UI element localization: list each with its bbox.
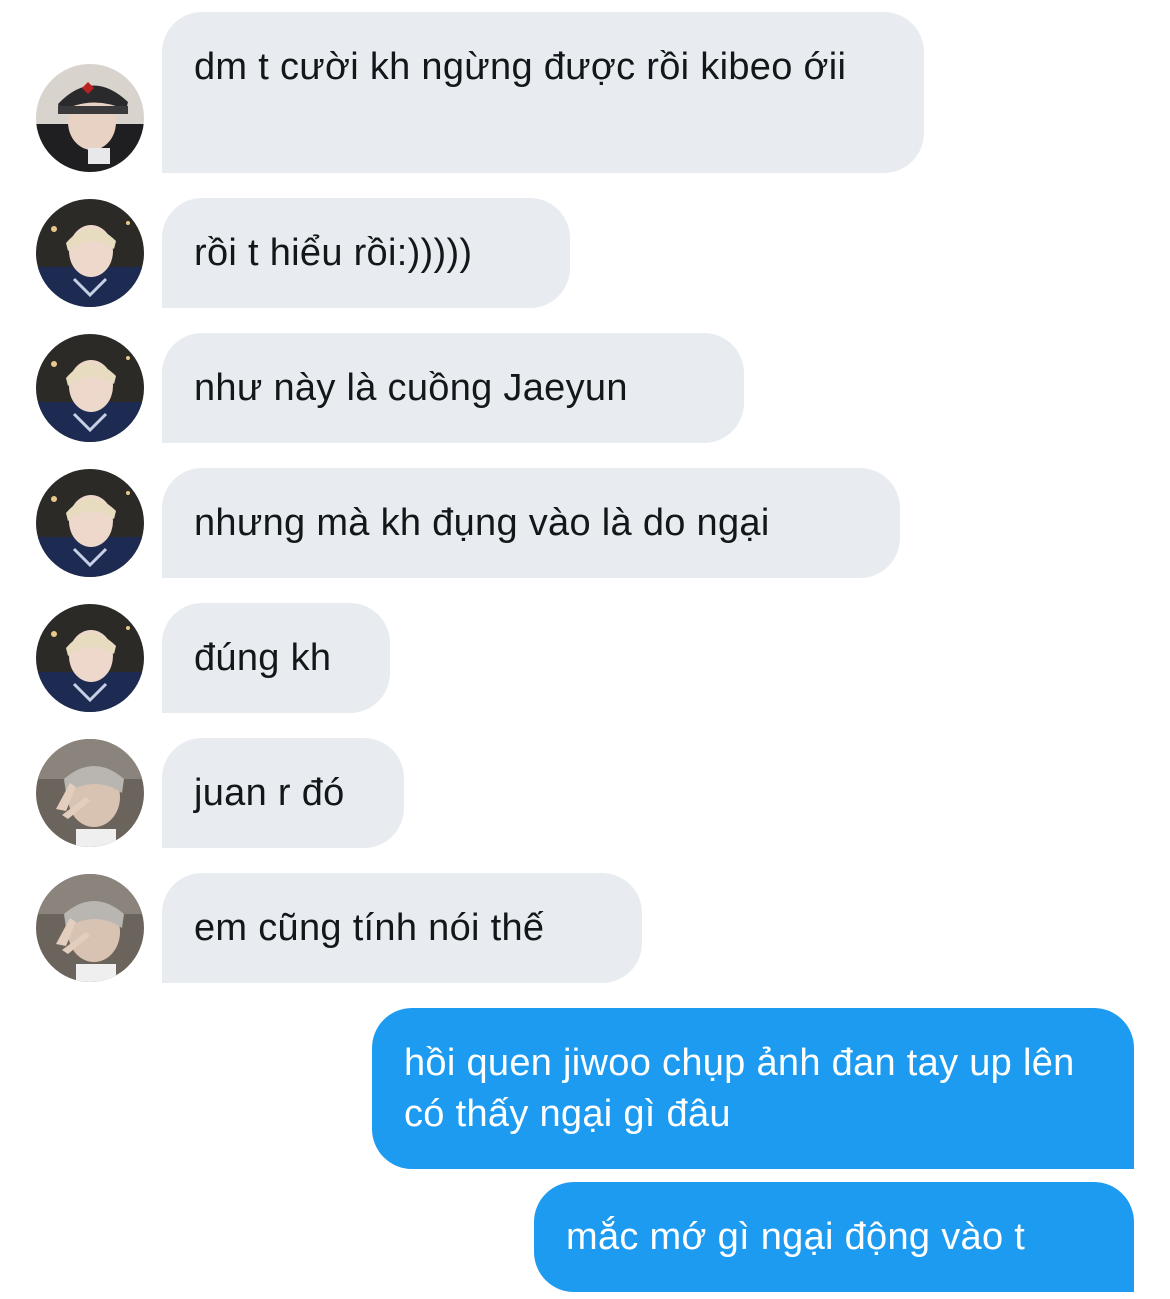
message-bubble[interactable]: nhưng mà kh đụng vào là do ngại <box>162 468 900 578</box>
message-bubble[interactable]: hồi quen jiwoo chụp ảnh đan tay up lên c… <box>372 1008 1134 1169</box>
message-bubble[interactable]: em cũng tính nói thế <box>162 873 642 983</box>
message-bubble[interactable]: rồi t hiểu rồi:))))) <box>162 198 570 308</box>
avatar[interactable] <box>36 469 144 577</box>
message-bubble[interactable]: juan r đó <box>162 738 404 848</box>
message-bubble[interactable]: mắc mớ gì ngại động vào t <box>534 1182 1134 1292</box>
message-bubble[interactable]: dm t cười kh ngừng được rồi kibeo ớii <box>162 12 924 173</box>
avatar[interactable] <box>36 64 144 172</box>
avatar[interactable] <box>36 199 144 307</box>
message-thread: dm t cười kh ngừng được rồi kibeo ớii rồ… <box>0 0 1170 1299</box>
message-bubble[interactable]: đúng kh <box>162 603 390 713</box>
avatar[interactable] <box>36 739 144 847</box>
message-bubble[interactable]: như này là cuồng Jaeyun <box>162 333 744 443</box>
avatar[interactable] <box>36 334 144 442</box>
avatar[interactable] <box>36 604 144 712</box>
avatar[interactable] <box>36 874 144 982</box>
